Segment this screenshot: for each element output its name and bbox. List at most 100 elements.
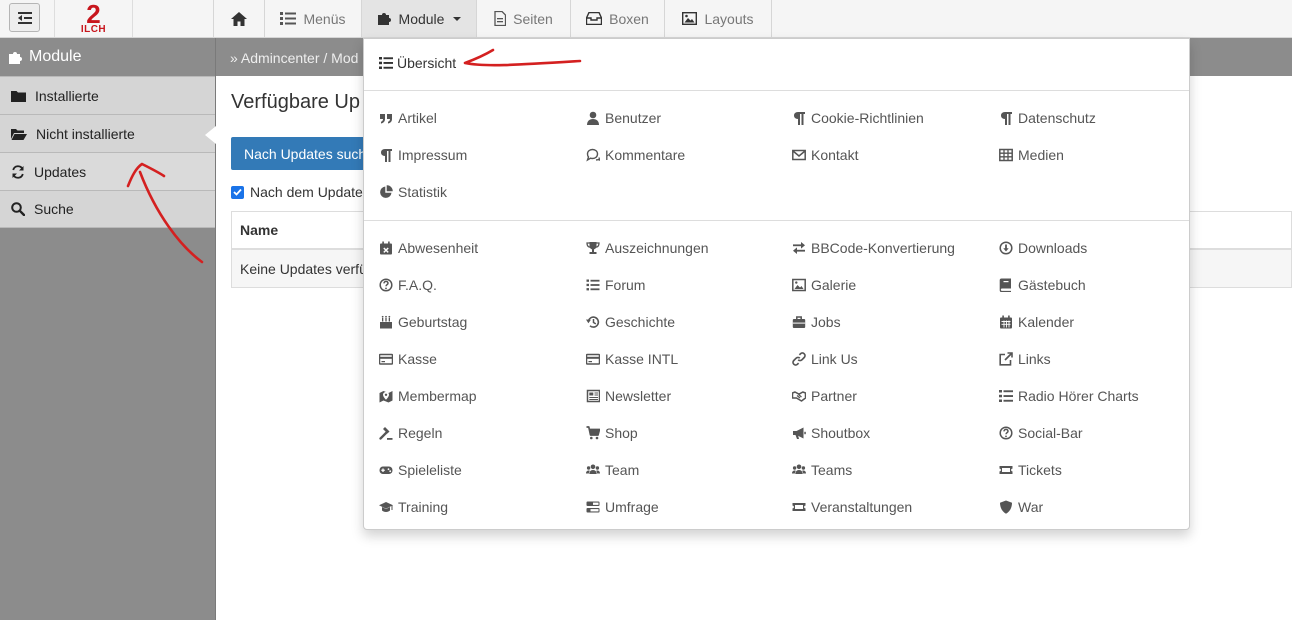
dropdown-item-label: Teams [811,462,853,478]
dropdown-item-cookie-richtlinien[interactable]: Cookie-Richtlinien [792,110,924,126]
breadcrumb-text[interactable]: » Admincenter / Mod [230,50,358,66]
dropdown-item-forum[interactable]: Forum [586,277,645,293]
question-circle-icon [379,278,393,292]
inbox-icon [586,12,603,25]
dropdown-item-kasse[interactable]: Kasse [379,351,437,367]
dropdown-item-training[interactable]: Training [379,499,448,515]
nav-layouts[interactable]: Layouts [665,0,772,37]
book-icon [999,278,1011,292]
paragraph-icon [794,112,805,125]
dropdown-item-impressum[interactable]: Impressum [379,147,467,163]
dropdown-item-label: Shop [605,425,638,441]
dropdown-item-kalender[interactable]: Kalender [999,314,1074,330]
dropdown-item-label: Training [398,499,449,515]
dropdown-item-f-a-q[interactable]: F.A.Q. [379,277,437,293]
dropdown-item-partner[interactable]: Partner [792,388,857,404]
pie-chart-icon [380,185,393,198]
dropdown-item-newsletter[interactable]: Newsletter [586,388,671,404]
dropdown-item-tickets[interactable]: Tickets [999,462,1062,478]
nav-menus[interactable]: Menüs [265,0,362,37]
list-ol-icon [379,57,393,69]
dropdown-item-label: Radio Hörer Charts [1018,388,1139,404]
home-icon [231,11,247,26]
dropdown-item-datenschutz[interactable]: Datenschutz [999,110,1096,126]
dropdown-item-medien[interactable]: Medien [999,147,1064,163]
dropdown-item-benutzer[interactable]: Benutzer [586,110,661,126]
dropdown-item-teams[interactable]: Teams [792,462,852,478]
sidebar-item-updates[interactable]: Updates [0,152,215,190]
dropdown-item-label: Newsletter [605,388,672,404]
credit-card-icon [586,353,600,365]
dropdown-item-label: Partner [811,388,857,404]
dropdown-item-label: Social-Bar [1018,425,1083,441]
dropdown-item-kasse-intl[interactable]: Kasse INTL [586,351,678,367]
dropdown-item-label: Statistik [398,184,448,200]
credit-card-icon [379,353,393,365]
after-update-label: Nach dem Update [250,184,363,200]
dropdown-item-war[interactable]: War [999,499,1043,515]
sidebar-toggle-button[interactable] [9,3,40,32]
nav-seiten[interactable]: Seiten [477,0,571,37]
dropdown-divider [364,90,1189,91]
history-icon [586,316,600,328]
sidebar-item-installierte[interactable]: Installierte [0,76,215,114]
dropdown-item-label: Kontakt [811,147,859,163]
nav-module[interactable]: Module [362,0,477,37]
dropdown-item-label: Link Us [811,351,858,367]
dropdown-item-abwesenheit[interactable]: Abwesenheit [379,240,478,256]
dropdown-item-label: Galerie [811,277,857,293]
after-update-checkbox[interactable] [231,185,244,199]
dropdown-item-artikel[interactable]: Artikel [379,110,437,126]
dropdown-item-label: Forum [605,277,646,293]
dropdown-item-label: Medien [1018,147,1064,163]
sidebar-item-suche[interactable]: Suche [0,190,215,228]
dropdown-item-geburtstag[interactable]: Geburtstag [379,314,467,330]
nav-home[interactable] [213,0,265,37]
calendar-icon [1000,315,1012,329]
map-marker-icon [379,391,393,403]
dropdown-item-veranstaltungen[interactable]: Veranstaltungen [792,499,912,515]
dropdown-item-links[interactable]: Links [999,351,1051,367]
dropdown-item-downloads[interactable]: Downloads [999,240,1087,256]
graduation-cap-icon [379,502,393,512]
dropdown-item-label: Links [1018,351,1051,367]
dropdown-item-shop[interactable]: Shop [586,425,638,441]
dropdown-item-team[interactable]: Team [586,462,639,478]
dropdown-item-membermap[interactable]: Membermap [379,388,477,404]
dropdown-item-uebersicht[interactable]: Übersicht [379,55,456,71]
dropdown-item-jobs[interactable]: Jobs [792,314,841,330]
nav-boxen[interactable]: Boxen [571,0,665,37]
dropdown-item-spieleliste[interactable]: Spieleliste [379,462,462,478]
dropdown-item-galerie[interactable]: Galerie [792,277,856,293]
dropdown-item-umfrage[interactable]: Umfrage [586,499,659,515]
dropdown-item-radio-hoerer-charts[interactable]: Radio Hörer Charts [999,388,1139,404]
dropdown-item-kontakt[interactable]: Kontakt [792,147,858,163]
dropdown-item-label: War [1018,499,1044,515]
dropdown-item-bbcode-konvertierung[interactable]: BBCode-Konvertierung [792,240,955,256]
dropdown-item-statistik[interactable]: Statistik [379,184,447,200]
dropdown-item-link-us[interactable]: Link Us [792,351,858,367]
dropdown-item-label: Impressum [398,147,468,163]
dropdown-item-shoutbox[interactable]: Shoutbox [792,425,870,441]
dropdown-item-label: Veranstaltungen [811,499,913,515]
gavel-icon [379,427,393,440]
dropdown-item-label: Tickets [1018,462,1062,478]
file-icon [494,11,507,26]
dropdown-item-regeln[interactable]: Regeln [379,425,442,441]
ilch-logo[interactable]: 2 ILCH [54,0,133,37]
dropdown-item-gaestebuch[interactable]: Gästebuch [999,277,1086,293]
dropdown-item-geschichte[interactable]: Geschichte [586,314,675,330]
dropdown-item-label: Regeln [398,425,443,441]
link-icon [792,352,806,366]
sidebar-item-nicht-installierte[interactable]: Nicht installierte [0,114,215,152]
download-icon [999,241,1013,255]
dropdown-item-auszeichnungen[interactable]: Auszeichnungen [586,240,709,256]
sidebar: Module Installierte Nicht installierte U… [0,38,216,620]
dropdown-item-social-bar[interactable]: Social-Bar [999,425,1083,441]
caret-down-icon [453,16,462,21]
list-ol-icon [280,12,297,25]
dropdown-item-label: Cookie-Richtlinien [811,110,924,126]
dropdown-item-kommentare[interactable]: Kommentare [586,147,685,163]
user-icon [587,111,599,125]
calendar-x-icon [380,241,392,255]
